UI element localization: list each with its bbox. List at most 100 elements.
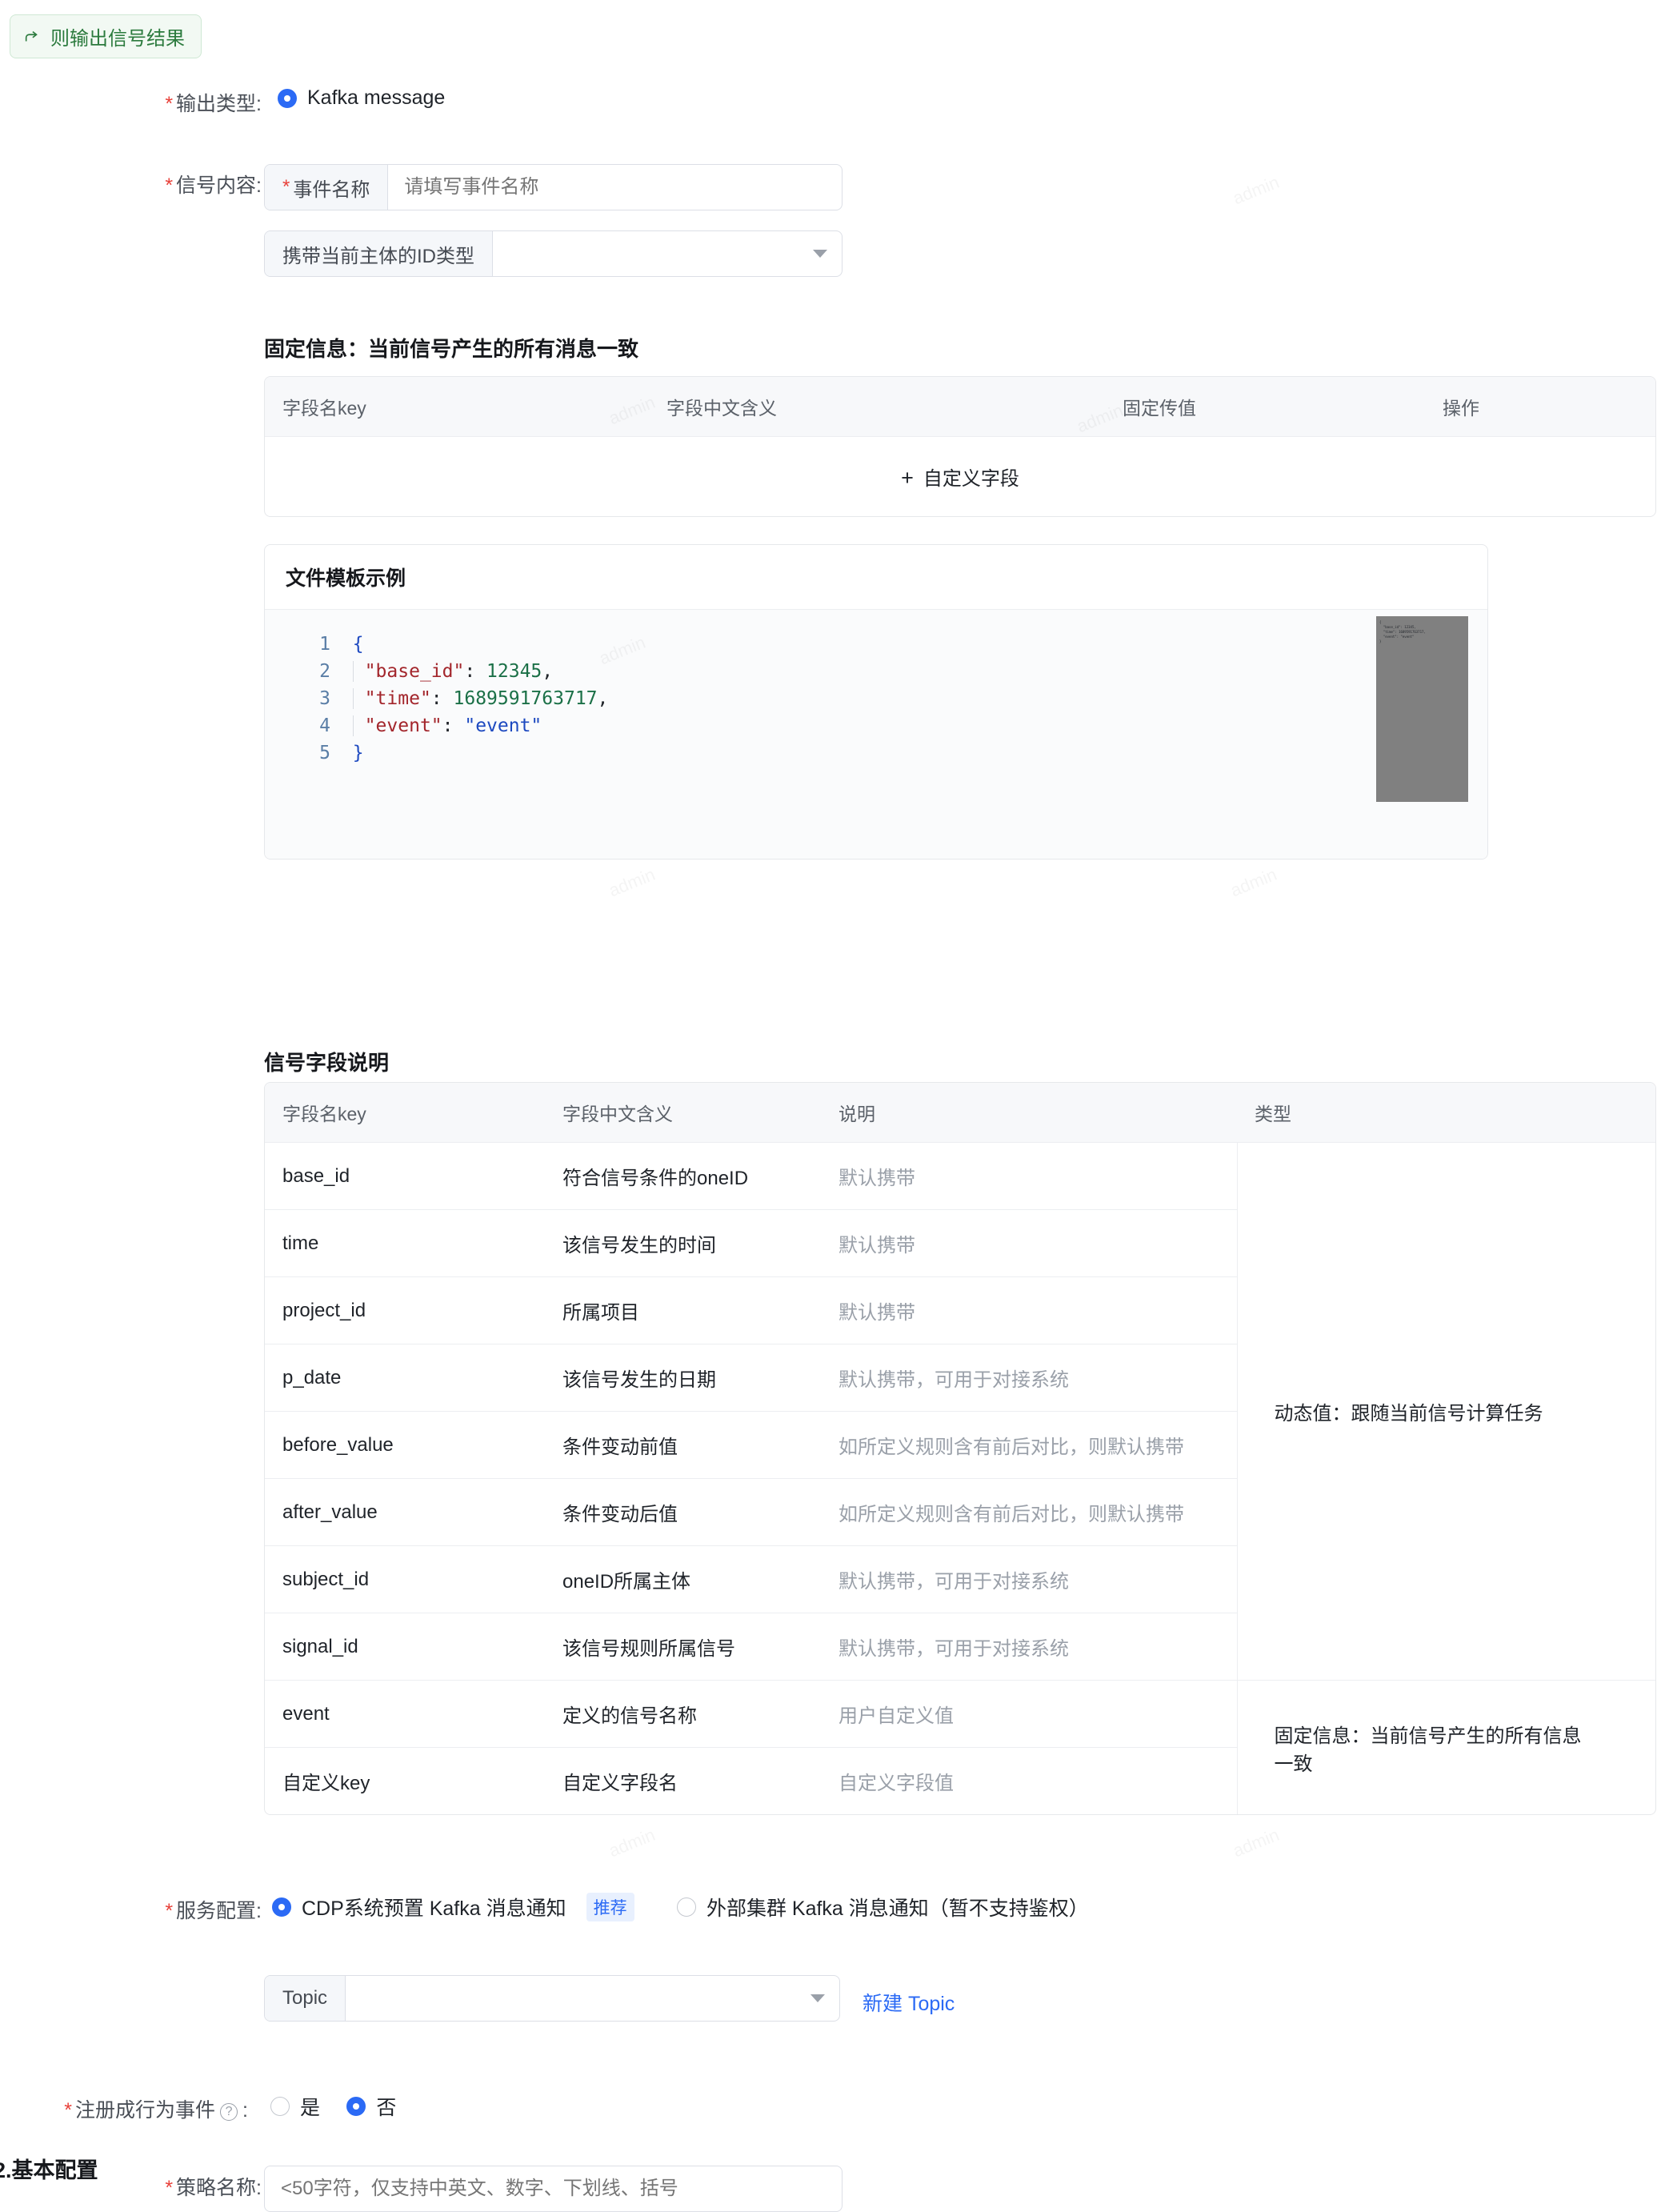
col-type: 类型 <box>1237 1083 1655 1143</box>
radio-register-yes[interactable] <box>270 2097 290 2116</box>
register-event-radio-group[interactable]: 是 否 <box>270 2092 396 2122</box>
required-asterisk: * <box>165 2177 174 2199</box>
stage-tag: 则输出信号结果 <box>10 14 202 58</box>
file-template-title: 文件模板示例 <box>265 545 1487 610</box>
radio-register-yes-label: 是 <box>300 2097 321 2119</box>
field-cn: oneID所属主体 <box>545 1545 821 1613</box>
chevron-down-icon[interactable] <box>813 250 827 258</box>
field-cn: 该信号发生的日期 <box>545 1344 821 1412</box>
output-signal-icon <box>23 28 41 46</box>
id-type-value[interactable] <box>493 231 813 276</box>
required-asterisk: * <box>64 2099 73 2122</box>
file-template-card: 文件模板示例 1 { 2 "base_id": 12345, 3 "time":… <box>264 544 1488 860</box>
field-key: signal_id <box>265 1613 545 1681</box>
field-desc: 默认携带，可用于对接系统 <box>821 1613 1237 1681</box>
code-token: "event" <box>464 715 542 736</box>
watermark: admin <box>1227 864 1279 902</box>
field-key: subject_id <box>265 1545 545 1613</box>
field-cn: 条件变动前值 <box>545 1411 821 1479</box>
required-asterisk: * <box>165 174 174 197</box>
json-code-block: 1 { 2 "base_id": 12345, 3 "time": 168959… <box>265 610 1487 767</box>
field-cn: 定义的信号名称 <box>545 1680 821 1748</box>
chevron-down-icon[interactable] <box>810 1994 825 2002</box>
code-token: } <box>352 743 364 763</box>
line-number: 2 <box>319 661 330 682</box>
code-minimap[interactable]: { "base_id": 12345, "time": 168959176371… <box>1376 616 1468 802</box>
field-spec-table: 字段名key 字段中文含义 说明 类型 base_id 符合信号条件的oneID… <box>264 1082 1656 1815</box>
field-cn: 条件变动后值 <box>545 1478 821 1546</box>
field-key: after_value <box>265 1478 545 1546</box>
required-asterisk: * <box>165 93 174 115</box>
code-token: "time" <box>364 688 431 709</box>
code-token: "base_id" <box>364 661 465 682</box>
code-token: "event" <box>364 715 442 736</box>
radio-kafka-message-label: Kafka message <box>307 86 446 109</box>
output-type-label: * 输出类型: <box>165 93 262 115</box>
add-field-row[interactable]: + 自定义字段 <box>265 436 1655 516</box>
radio-cdp-preset-kafka[interactable] <box>272 1897 291 1917</box>
col-field-cn: 字段中文含义 <box>545 1083 821 1143</box>
table-header-row: 字段名key 字段中文含义 说明 类型 <box>265 1083 1655 1143</box>
event-name-addon: * 事件名称 <box>265 165 389 210</box>
line-number: 5 <box>319 743 330 763</box>
radio-register-no[interactable] <box>346 2097 366 2116</box>
policy-name-label: * 策略名称: <box>165 2177 262 2199</box>
policy-name-input[interactable] <box>265 2166 842 2211</box>
field-key: event <box>265 1680 545 1748</box>
output-type-radio-group[interactable]: Kafka message <box>278 86 445 114</box>
field-desc: 默认携带 <box>821 1209 1237 1277</box>
field-type-dynamic: 动态值：跟随当前信号计算任务 <box>1236 1142 1655 1681</box>
field-cn: 符合信号条件的oneID <box>545 1142 821 1210</box>
required-asterisk: * <box>282 176 290 198</box>
add-custom-field-button[interactable]: + 自定义字段 <box>265 436 1655 516</box>
required-asterisk: * <box>165 1900 174 1922</box>
line-number: 3 <box>319 688 330 709</box>
topic-select-group[interactable]: Topic <box>264 1975 840 2022</box>
radio-cdp-preset-kafka-label: CDP系统预置 Kafka 消息通知 <box>302 1897 566 1920</box>
policy-name-input-group[interactable] <box>264 2166 843 2212</box>
field-desc: 用户自定义值 <box>821 1680 1237 1748</box>
radio-external-kafka-label: 外部集群 Kafka 消息通知（暂不支持鉴权） <box>706 1897 1089 1920</box>
event-name-input-group[interactable]: * 事件名称 <box>264 164 843 210</box>
fixed-info-table: 字段名key 字段中文含义 固定传值 操作 + 自定义字段 <box>264 376 1656 517</box>
field-desc: 如所定义规则含有前后对比，则默认携带 <box>821 1478 1237 1546</box>
watermark: admin <box>606 864 658 902</box>
field-key: p_date <box>265 1344 545 1412</box>
field-desc: 自定义字段值 <box>821 1747 1237 1814</box>
new-topic-link[interactable]: 新建 Topic <box>863 1988 955 2017</box>
question-circle-icon[interactable]: ? <box>220 2103 238 2121</box>
service-config-radio-group[interactable]: CDP系统预置 Kafka 消息通知 推荐 外部集群 Kafka 消息通知（暂不… <box>272 1893 1089 1922</box>
field-cn: 该信号规则所属信号 <box>545 1613 821 1681</box>
fixed-info-title: 固定信息：当前信号产生的所有消息一致 <box>264 337 639 361</box>
field-desc: 默认携带，可用于对接系统 <box>821 1545 1237 1613</box>
table-header-row: 字段名key 字段中文含义 固定传值 操作 <box>265 377 1655 437</box>
col-action: 操作 <box>1425 377 1655 437</box>
plus-icon: + <box>901 466 914 490</box>
field-cn: 自定义字段名 <box>545 1747 821 1814</box>
radio-kafka-message[interactable] <box>278 88 297 108</box>
line-number: 4 <box>319 715 330 736</box>
field-desc: 默认携带 <box>821 1276 1237 1344</box>
col-field-cn: 字段中文含义 <box>649 377 1105 437</box>
line-number: 1 <box>319 634 330 655</box>
id-type-select-group[interactable]: 携带当前主体的ID类型 <box>264 230 843 277</box>
col-field-key: 字段名key <box>265 1083 545 1143</box>
col-field-key: 字段名key <box>265 377 649 437</box>
service-config-label: * 服务配置: <box>165 1900 262 1922</box>
signal-content-label: * 信号内容: <box>165 174 262 197</box>
code-token: 12345 <box>486 661 542 682</box>
radio-external-kafka[interactable] <box>676 1897 696 1917</box>
code-minimap-preview: { "base_id": 12345, "time": 168959176371… <box>1379 620 1426 643</box>
field-key: 自定义key <box>265 1747 545 1814</box>
field-type-fixed: 固定信息：当前信号产生的所有信息一致 <box>1236 1680 1655 1814</box>
topic-value[interactable] <box>346 1976 810 2021</box>
col-desc: 说明 <box>821 1083 1237 1143</box>
stage-tag-label: 则输出信号结果 <box>50 28 185 50</box>
id-type-addon: 携带当前主体的ID类型 <box>265 231 493 276</box>
field-desc: 如所定义规则含有前后对比，则默认携带 <box>821 1411 1237 1479</box>
field-cn: 该信号发生的时间 <box>545 1209 821 1277</box>
code-token: 1689591763717 <box>453 688 598 709</box>
event-name-input[interactable] <box>388 165 842 210</box>
field-cn: 所属项目 <box>545 1276 821 1344</box>
watermark: admin <box>1230 172 1282 210</box>
